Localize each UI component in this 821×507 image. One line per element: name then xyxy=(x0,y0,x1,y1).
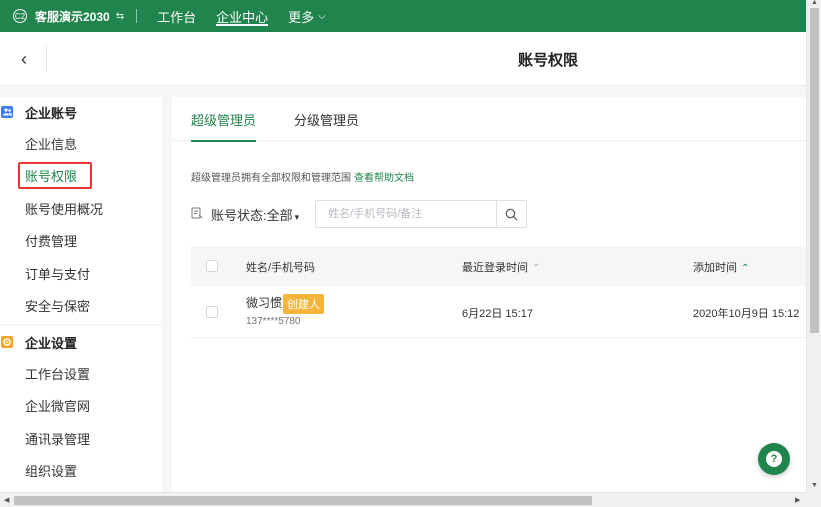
table-header: 姓名/手机号码 最近登录时间 ⌃ 添加时间 ⌃ xyxy=(191,246,806,286)
sort-icon: ⌃ xyxy=(741,263,750,274)
nav-workbench[interactable]: 工作台 xyxy=(157,0,196,32)
description-text: 超级管理员拥有全部权限和管理范围 xyxy=(191,173,351,184)
scroll-left-arrow-icon[interactable]: ◀ xyxy=(4,496,9,504)
sidebar-item-label: 订单与支付 xyxy=(25,266,91,282)
row-checkbox[interactable] xyxy=(206,306,218,318)
account-status-dropdown[interactable]: 全部 ▾ xyxy=(267,205,300,224)
scrollbar-corner xyxy=(806,492,821,507)
sidebar-item-label: 通讯录管理 xyxy=(25,431,91,447)
filter-list-icon xyxy=(191,207,205,222)
org-logo-icon: C2 xyxy=(13,9,27,23)
help-doc-link[interactable]: 查看帮助文档 xyxy=(354,173,414,184)
page-title: 账号权限 xyxy=(517,51,578,69)
chevron-down-icon: ⌵ xyxy=(318,10,326,22)
sidebar-item-org-settings[interactable]: 组织设置 xyxy=(0,455,162,488)
horizontal-scroll-thumb[interactable] xyxy=(14,496,592,505)
user-phone: 137****5780 xyxy=(246,316,301,328)
sidebar-item-label: 企业信息 xyxy=(25,136,78,152)
user-name: 微习惯 xyxy=(246,296,283,310)
scroll-down-arrow-icon[interactable]: ▼ xyxy=(811,482,818,489)
col-added-time-label: 添加时间 xyxy=(693,262,737,274)
nav-enterprise-center[interactable]: 企业中心 xyxy=(216,0,269,32)
sidebar-item-orders-payment[interactable]: 订单与支付 xyxy=(0,257,162,290)
sidebar-item-micro-site[interactable]: 企业微官网 xyxy=(0,390,162,423)
table-row: 微习惯 创建人 137****5780 6月22日 15:17 2020年10月9… xyxy=(191,286,806,338)
added-time: 2020年10月9日 15:12 xyxy=(693,308,800,320)
sidebar-item-workbench-settings[interactable]: 工作台设置 xyxy=(0,357,162,390)
sidebar-item-billing[interactable]: 付费管理 xyxy=(0,225,162,258)
sidebar-item-enterprise-info[interactable]: 企业信息 xyxy=(0,127,162,160)
admin-description: 超级管理员拥有全部权限和管理范围 查看帮助文档 xyxy=(191,169,806,184)
nav-enterprise-center-label: 企业中心 xyxy=(216,9,269,25)
sidebar-item-account-permissions[interactable]: 账号权限 xyxy=(0,160,162,193)
topbar-divider xyxy=(136,9,138,23)
search-input[interactable] xyxy=(316,201,497,227)
tab-sub-admin[interactable]: 分级管理员 xyxy=(294,97,359,141)
account-status-value: 全部 xyxy=(266,207,293,223)
sort-icon: ⌃ xyxy=(532,263,541,274)
tab-super-admin[interactable]: 超级管理员 xyxy=(191,97,257,142)
user-cell: 微习惯 创建人 137****5780 xyxy=(246,294,325,328)
col-last-login-label: 最近登录时间 xyxy=(462,262,528,274)
sidebar-item-account-usage[interactable]: 账号使用概况 xyxy=(0,192,162,225)
top-navbar: C2 客服演示2030 ⇆ 工作台 企业中心 更多 ⌵ xyxy=(0,0,806,32)
col-last-login[interactable]: 最近登录时间 ⌃ xyxy=(462,259,540,275)
sidebar-item-contacts-management[interactable]: 通讯录管理 xyxy=(0,422,162,455)
search-icon[interactable] xyxy=(496,201,526,227)
sidebar-item-label: 工作台设置 xyxy=(25,366,91,382)
sidebar-group-enterprise-settings: 企业设置 xyxy=(0,327,162,357)
sidebar-group-label: 企业账号 xyxy=(25,105,78,121)
switch-org-icon[interactable]: ⇆ xyxy=(116,11,124,22)
creator-badge: 创建人 xyxy=(283,294,325,315)
settings-icon xyxy=(1,336,13,348)
sidebar-item-label: 企业微官网 xyxy=(25,399,91,415)
vertical-scroll-thumb[interactable] xyxy=(810,8,819,333)
org-switcher[interactable]: C2 客服演示2030 ⇆ xyxy=(13,8,124,25)
scroll-right-arrow-icon[interactable]: ▶ xyxy=(795,496,800,504)
main-panel: 超级管理员 分级管理员 超级管理员拥有全部权限和管理范围 查看帮助文档 账号状态:… xyxy=(172,97,806,492)
nav-workbench-label: 工作台 xyxy=(157,9,197,25)
page-header: ‹ 账号权限 xyxy=(0,32,806,86)
select-all-checkbox[interactable] xyxy=(206,260,218,272)
last-login-time: 6月22日 15:17 xyxy=(462,308,533,320)
sidebar-group-label: 企业设置 xyxy=(25,335,78,351)
sidebar-item-label: 组织设置 xyxy=(25,464,78,480)
highlight-box xyxy=(18,161,92,189)
sidebar-group-enterprise-account: 企业账号 xyxy=(0,97,162,127)
search-box xyxy=(315,200,528,228)
help-button[interactable]: ? xyxy=(758,443,790,475)
sidebar-item-label: 账号使用概况 xyxy=(25,201,104,217)
nav-more[interactable]: 更多 ⌵ xyxy=(288,0,326,32)
tab-bar: 超级管理员 分级管理员 xyxy=(172,97,806,142)
vertical-scrollbar[interactable]: ▲ ▼ xyxy=(806,0,821,492)
col-name-phone: 姓名/手机号码 xyxy=(246,262,316,274)
account-status-label: 账号状态: xyxy=(211,207,267,223)
sidebar: 企业账号 企业信息 账号权限 账号使用概况 付费管理 订单与支付 安全与保密 企… xyxy=(0,97,162,492)
sidebar-item-label: 付费管理 xyxy=(25,234,78,250)
horizontal-scrollbar[interactable]: ◀ ▶ xyxy=(0,492,806,507)
caret-down-icon: ▾ xyxy=(294,211,300,222)
org-name: 客服演示2030 xyxy=(35,9,110,24)
filter-row: 账号状态: 全部 ▾ xyxy=(191,200,806,228)
col-added-time[interactable]: 添加时间 ⌃ xyxy=(693,259,749,275)
sidebar-divider xyxy=(0,324,162,325)
users-icon xyxy=(1,106,13,118)
admin-table: 姓名/手机号码 最近登录时间 ⌃ 添加时间 ⌃ 微习惯 创建人 137****5780… xyxy=(191,246,806,338)
nav-more-label: 更多 xyxy=(288,9,315,25)
help-icon: ? xyxy=(766,451,782,467)
scroll-up-arrow-icon[interactable]: ▲ xyxy=(811,0,818,6)
sidebar-item-label: 安全与保密 xyxy=(25,299,91,315)
sidebar-item-security[interactable]: 安全与保密 xyxy=(0,290,162,323)
